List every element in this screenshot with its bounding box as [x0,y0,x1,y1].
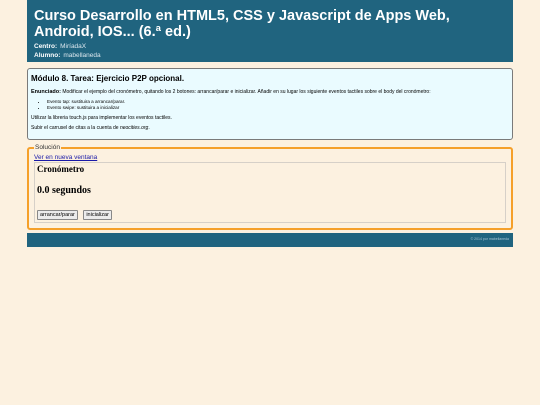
note-prefix: Subir el carrusel de citas a la cuenta d… [31,125,120,132]
page-footer: © 2014 por mabellaneda [27,233,513,247]
stopwatch-heading: Cronómetro [37,164,85,174]
student-line: Alumno: mabellaneda [34,51,506,60]
task-statement: Enunciado: Modificar el ejemplo del cron… [31,89,509,95]
statement-label: Enunciado: [31,89,61,95]
footer-copyright: © 2014 por mabellaneda [470,237,509,241]
list-item: Evento swipe: sustituira a inicializar [47,105,509,111]
solution-fieldset: Solución Ver en nueva ventana Cronómetro… [27,144,513,230]
student-label: Alumno: [34,52,61,59]
note-suffix: . [148,125,150,132]
center-value: MiríadaX [60,43,87,50]
center-line: Centro: MiríadaX [34,42,506,51]
statement-text: Modificar el ejemplo del cronómetro, qui… [62,89,431,95]
solution-legend: Solución [35,144,60,151]
open-new-window-link[interactable]: Ver en nueva ventana [34,154,506,161]
task-panel: Módulo 8. Tarea: Ejercicio P2P opcional.… [27,68,513,140]
task-note-touchjs: Utilizar la libreria touch.js para imple… [31,115,172,122]
stopwatch-time: 0.0 segundos [37,185,91,196]
note-site: neocities.org [119,125,149,132]
page-container: Curso Desarrollo en HTML5, CSS y Javascr… [27,0,513,247]
start-stop-button[interactable]: arrancar/parar [37,210,78,220]
student-value: mabellaneda [63,52,101,59]
page-header: Curso Desarrollo en HTML5, CSS y Javascr… [27,0,513,62]
task-note-neocities: Subir el carrusel de citas a la cuenta d… [31,125,509,131]
event-list: Evento tap: sustituira a arrancar/parar.… [31,99,509,110]
course-title: Curso Desarrollo en HTML5, CSS y Javascr… [34,8,450,40]
stopwatch-frame[interactable]: Cronómetro 0.0 segundos arrancar/parar i… [34,162,506,223]
task-title: Módulo 8. Tarea: Ejercicio P2P opcional. [31,74,185,83]
center-label: Centro: [34,43,58,50]
reset-button[interactable]: inicializar [83,210,112,220]
